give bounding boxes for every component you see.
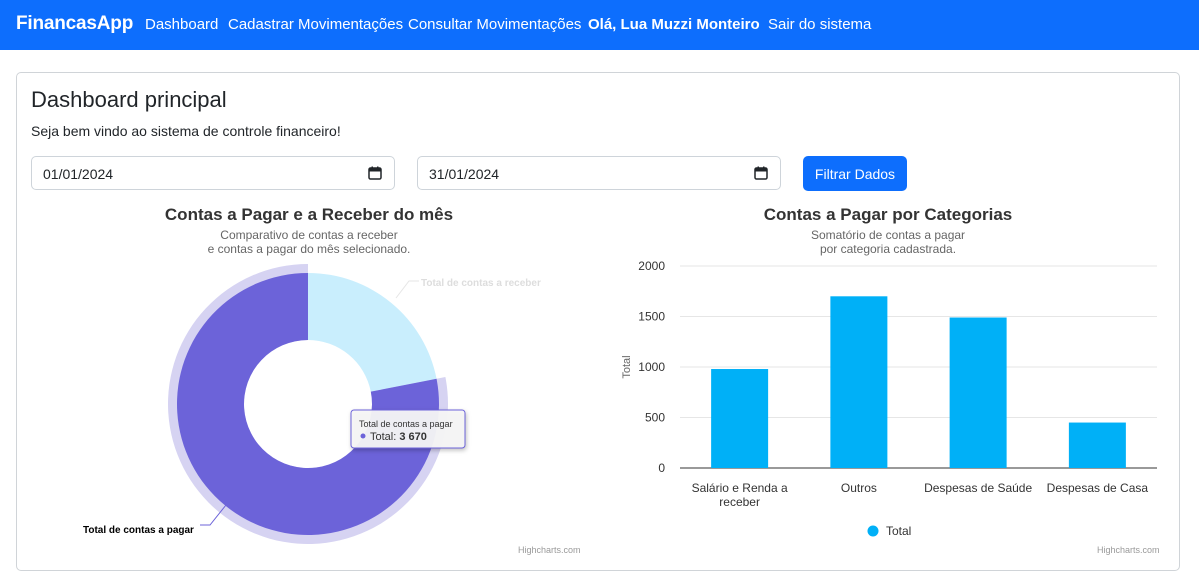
bar-credits[interactable]: Highcharts.com: [1097, 545, 1160, 555]
y-tick-label: 2000: [638, 259, 665, 273]
y-tick-label: 500: [645, 411, 665, 425]
x-tick-label: Despesas de Saúde: [924, 481, 1032, 495]
x-tick-label: Salário e Renda a receber: [692, 481, 788, 509]
bar-chart: 0 500 1000 1500 2000 Salário e Renda a recebe…: [621, 259, 1157, 538]
bar-3[interactable]: [949, 317, 1007, 468]
y-tick-label: 1000: [638, 360, 665, 374]
legend-marker[interactable]: [867, 525, 879, 537]
x-tick-label: Despesas de Casa: [1047, 481, 1149, 495]
bar-series: [711, 296, 1126, 468]
bar-x-axis: Salário e Renda a receber Outros Despesas d…: [692, 481, 1149, 509]
x-tick-label: Outros: [841, 481, 877, 495]
y-tick-label: 0: [658, 461, 665, 475]
bar-1[interactable]: [711, 369, 769, 468]
bar-y-axis-title: Total: [621, 355, 633, 378]
bar-2[interactable]: [830, 296, 888, 468]
bar-y-axis: 0 500 1000 1500 2000: [638, 259, 665, 475]
y-tick-label: 1500: [638, 310, 665, 324]
legend-label-total[interactable]: Total: [886, 524, 911, 538]
bar-4[interactable]: [1068, 422, 1126, 468]
